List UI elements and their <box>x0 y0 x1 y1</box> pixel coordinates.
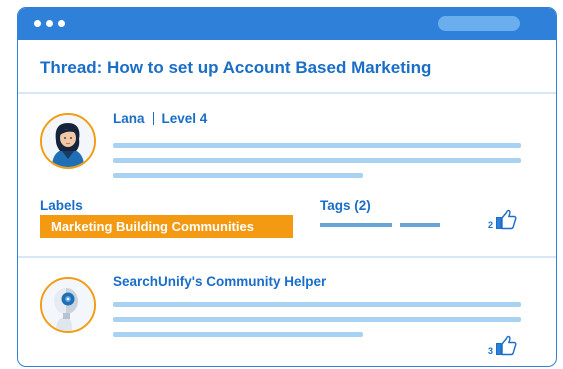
label-chip[interactable]: Marketing Building Communities <box>40 215 293 238</box>
address-bar[interactable] <box>438 16 520 31</box>
content-line <box>113 158 521 163</box>
robot-avatar-icon <box>42 279 94 331</box>
window-titlebar <box>18 8 556 40</box>
author-name[interactable]: Lana <box>113 111 145 126</box>
avatar-community-helper[interactable] <box>40 277 96 333</box>
window-dot-icon <box>34 20 41 27</box>
thread-window: Thread: How to set up Account Based Mark… <box>17 7 557 367</box>
labels-heading: Labels <box>40 198 83 213</box>
content-line <box>113 317 521 322</box>
tags-heading: Tags (2) <box>320 198 371 213</box>
tag-item[interactable] <box>320 223 392 227</box>
separator <box>152 112 154 125</box>
content-line <box>113 302 521 307</box>
like-count: 3 <box>488 346 494 356</box>
content-line <box>113 173 363 178</box>
divider <box>18 92 556 94</box>
content-line <box>113 143 521 148</box>
author-level: Level 4 <box>161 111 208 126</box>
avatar-lana[interactable] <box>40 113 96 169</box>
like-count: 2 <box>488 220 494 230</box>
thumbs-up-icon <box>496 335 517 356</box>
thumbs-up-icon <box>496 209 517 230</box>
content-line <box>113 332 363 337</box>
window-dot-icon <box>46 20 53 27</box>
like-button[interactable]: 2 <box>488 208 517 230</box>
thread-title: Thread: How to set up Account Based Mark… <box>40 58 432 77</box>
post-author-line: Lana Level 4 <box>113 111 207 126</box>
divider <box>18 256 556 258</box>
post-author-line: SearchUnify's Community Helper <box>113 274 326 289</box>
author-name[interactable]: SearchUnify's Community Helper <box>113 274 326 289</box>
window-dot-icon <box>58 20 65 27</box>
tag-item[interactable] <box>400 223 440 227</box>
woman-avatar-icon <box>42 115 94 167</box>
like-button[interactable]: 3 <box>488 334 517 356</box>
